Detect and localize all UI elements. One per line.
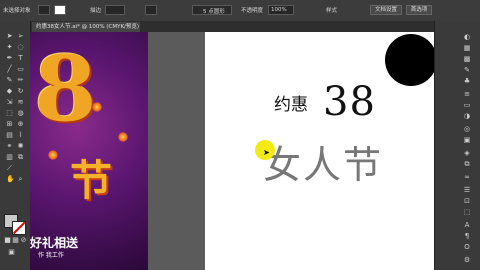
document-tab[interactable]: 约惠38女人节.ai* @ 100% (CMYK/预览) (32, 22, 140, 32)
paintbrush-icon[interactable]: ✎ (6, 77, 13, 84)
paragraph-icon[interactable]: ¶ (463, 232, 471, 240)
graph-icon[interactable]: ▥ (6, 154, 13, 161)
direct-selection-icon[interactable]: ➢ (17, 33, 24, 40)
type-icon[interactable]: T (17, 55, 24, 62)
free-transform-icon[interactable]: ⬚ (6, 110, 13, 117)
transform-icon[interactable]: ⬚ (463, 208, 471, 216)
poster-subline: 作 我工作 (38, 252, 64, 259)
opacity-label: 不透明度 (241, 8, 264, 14)
magic-wand-icon[interactable]: ✦ (6, 44, 13, 51)
opentype-icon[interactable]: O (463, 243, 471, 251)
properties-icon[interactable]: ⚙ (463, 256, 471, 264)
tools-panel: ➤ ➢ ✦ ◌ ✒ T ╱ ▭ ✎ ✏ ◆ ↻ ⇲ ≋ ⬚ ◍ ⊞ ⊕ ▤ ⌇ … (0, 21, 31, 270)
gradient-icon[interactable]: ▤ (6, 132, 13, 139)
scale-icon[interactable]: ⇲ (6, 99, 13, 106)
stroke-weight-input[interactable] (105, 5, 125, 15)
lasso-icon[interactable]: ◌ (17, 44, 24, 51)
transparency-icon[interactable]: ◑ (463, 112, 471, 120)
document-setup-button[interactable]: 文档设置 (370, 5, 402, 15)
links-icon[interactable]: ∞ (463, 173, 471, 181)
gradient-mode-icon[interactable]: ▦ (12, 237, 19, 244)
document-tab-title: 约惠38女人节.ai* @ 100% (CMYK/预览) (36, 24, 140, 30)
opacity-input[interactable]: 100% (268, 5, 294, 15)
flower-decoration (92, 102, 102, 112)
artboard-text-womens-day[interactable]: 女人节 (263, 134, 383, 189)
rotate-icon[interactable]: ↻ (17, 88, 24, 95)
rectangle-icon[interactable]: ▭ (17, 66, 24, 73)
width-icon[interactable]: ≋ (17, 99, 24, 106)
align-icon[interactable]: ☰ (463, 186, 471, 194)
mesh-icon[interactable]: ⊕ (17, 121, 24, 128)
fill-color-swatch[interactable] (38, 5, 50, 15)
selection-status: 未选择对象 (3, 8, 31, 14)
point-style-label: 5 点圆形 (203, 9, 225, 15)
appearance-icon[interactable]: ◎ (463, 125, 471, 133)
zoom-icon[interactable]: ⌕ (17, 176, 24, 183)
swatches-icon[interactable]: ▩ (463, 55, 471, 63)
brushes-icon[interactable]: ✎ (463, 66, 471, 74)
artboards-panel-icon[interactable]: ⧉ (463, 160, 471, 168)
stroke-label: 描边 (90, 8, 102, 14)
brush-definition-dropdown[interactable]: 5 点圆形 (192, 5, 232, 15)
artboard-icon[interactable]: ⧉ (17, 154, 24, 161)
opacity-value: 100% (271, 7, 287, 13)
character-icon[interactable]: A (463, 221, 471, 229)
flower-decoration (48, 150, 58, 160)
panel-dock: ◐ ▦ ▩ ✎ ♣ ≡ ▭ ◑ ◎ ▣ ◈ ⧉ ∞ ☰ ⊡ ⬚ A ¶ O ⚙ (434, 21, 480, 270)
poster-artwork[interactable]: 8 节 好礼相送 作 我工作 (30, 32, 148, 270)
layers-icon[interactable]: ◈ (463, 149, 471, 157)
eraser-icon[interactable]: ◆ (6, 88, 13, 95)
poster-headline: 好礼相送 (30, 236, 79, 250)
control-bar: 未选择对象 描边 5 点圆形 不透明度 100% 样式 文档设置 首选项 (0, 0, 480, 22)
artboard-text-yuehui[interactable]: 约惠 (274, 90, 308, 115)
color-panel-icon[interactable]: ◐ (463, 33, 471, 41)
pen-icon[interactable]: ✒ (6, 55, 13, 62)
gradient-panel-icon[interactable]: ▭ (463, 101, 471, 109)
selection-icon[interactable]: ➤ (6, 33, 13, 40)
line-icon[interactable]: ╱ (6, 66, 13, 73)
symbols-icon[interactable]: ♣ (463, 77, 471, 85)
none-mode-icon[interactable]: ⊘ (20, 237, 27, 244)
color-guide-icon[interactable]: ▦ (463, 44, 471, 52)
color-mode-icon[interactable]: ■ (4, 237, 11, 244)
screen-mode-icon[interactable]: ▣ (8, 249, 15, 256)
pencil-icon[interactable]: ✏ (17, 77, 24, 84)
symbol-sprayer-icon[interactable]: ✺ (17, 143, 24, 150)
black-circle-shape[interactable] (385, 34, 434, 86)
eyedropper-icon[interactable]: ⌇ (17, 132, 24, 139)
flower-decoration (118, 132, 128, 142)
mouse-cursor-icon: ➤ (263, 148, 270, 157)
poster-festival-glyph: 节 (70, 156, 113, 205)
style-label: 样式 (326, 8, 338, 14)
artboard-text-38[interactable]: 38 (323, 79, 376, 125)
artboard[interactable]: 约惠 38 女人节 (205, 32, 434, 270)
pathfinder-icon[interactable]: ⊡ (463, 197, 471, 205)
blend-icon[interactable]: ⚭ (6, 143, 13, 150)
slice-icon[interactable]: ⟋ (6, 165, 13, 172)
stroke-icon[interactable]: ≡ (463, 90, 471, 98)
graphic-styles-icon[interactable]: ▣ (463, 136, 471, 144)
poster-big-number: 8 (34, 36, 97, 142)
preferences-button[interactable]: 首选项 (406, 5, 432, 15)
stroke-color-swatch[interactable] (54, 5, 66, 15)
stroke-swatch[interactable] (12, 221, 26, 235)
shape-builder-icon[interactable]: ◍ (17, 110, 24, 117)
perspective-icon[interactable]: ⊞ (6, 121, 13, 128)
document-tab-bar: 约惠38女人节.ai* @ 100% (CMYK/预览) (30, 21, 434, 32)
variable-width-dropdown[interactable] (145, 5, 157, 15)
hand-icon[interactable]: ✋ (6, 176, 15, 183)
